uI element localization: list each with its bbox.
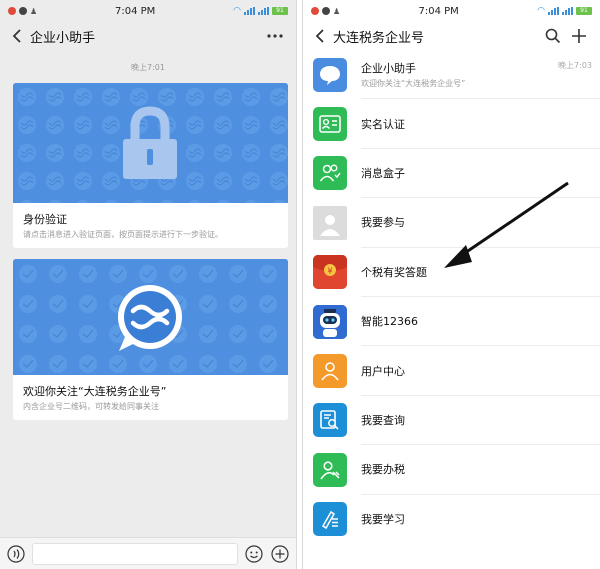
card-description: 内含企业号二维码，可转发给同事关注 <box>23 402 159 411</box>
app-icon <box>19 7 27 15</box>
wifi-icon: ◠ <box>233 6 241 16</box>
person-placeholder-icon <box>313 205 347 240</box>
handle-tax-icon <box>313 452 347 487</box>
signal-icon-2 <box>561 7 573 15</box>
more-options-icon[interactable] <box>262 24 288 48</box>
welcome-banner <box>13 259 288 375</box>
list-item-time: 晚上7:03 <box>558 61 592 70</box>
message-timestamp: 晚上7:01 <box>131 63 165 72</box>
battery-icon: 91 <box>271 7 288 15</box>
app-icon <box>322 7 330 15</box>
notification-icon <box>311 7 319 15</box>
status-icons-right: ◠ 91 <box>233 6 288 16</box>
list-item-query[interactable]: 我要查询 <box>303 396 600 446</box>
message-card-welcome[interactable]: 欢迎你关注“大连税务企业号” 内含企业号二维码，可转发给同事关注 <box>13 259 288 420</box>
card-description: 请点击消息进入验证页面，按页面提示进行下一步验证。 <box>23 230 223 239</box>
list-item-body: 消息盒子 <box>361 149 600 199</box>
list-item-label: 智能12366 <box>361 315 418 329</box>
signal-icon <box>547 7 559 15</box>
card-title: 身份验证 <box>23 213 67 226</box>
card-title: 欢迎你关注“大连税务企业号” <box>23 385 167 398</box>
list-item-tax-quiz[interactable]: ¥ 个税有奖答题 <box>303 248 600 297</box>
list-item-subtitle: 欢迎你关注“大连税务企业号” <box>361 78 466 88</box>
screenshot-root: ♟ 7:04 PM ◠ 91 企业小助手 晚上7:01 身份验证 请点击消息进入… <box>0 0 600 569</box>
list-item-label: 我要查询 <box>361 413 405 427</box>
people-icon <box>313 156 347 191</box>
list-item-handle-tax[interactable]: 我要办税 <box>303 445 600 495</box>
status-bar: ♟ 7:04 PM ◠ 91 <box>303 0 600 22</box>
id-card-icon <box>313 107 347 142</box>
account-icon: ♟ <box>333 6 341 16</box>
chat-title: 企业小助手 <box>30 30 96 46</box>
app-list: 企业小助手 欢迎你关注“大连税务企业号” 晚上7:03 实名认证 消息盒子 我要… <box>303 50 600 544</box>
study-icon <box>313 502 347 537</box>
robot-icon <box>313 304 347 339</box>
add-icon[interactable] <box>566 24 592 48</box>
list-item-label: 我要学习 <box>361 513 405 527</box>
list-item-label: 个税有奖答题 <box>361 265 427 279</box>
back-icon[interactable] <box>311 27 329 45</box>
left-nav-bar: 企业小助手 <box>0 22 296 50</box>
right-nav-bar: 大连税务企业号 <box>303 22 600 50</box>
chat-bubble-icon <box>313 57 347 92</box>
list-item-label: 实名认证 <box>361 117 405 131</box>
list-item-body: 智能12366 <box>361 297 600 347</box>
left-phone-screen: ♟ 7:04 PM ◠ 91 企业小助手 晚上7:01 身份验证 请点击消息进入… <box>0 0 297 569</box>
list-item-real-name[interactable]: 实名认证 <box>303 99 600 149</box>
list-item-participate[interactable]: 我要参与 <box>303 198 600 248</box>
status-icons-right: ◠ 91 <box>537 6 592 16</box>
signal-icon-2 <box>257 7 269 15</box>
back-icon[interactable] <box>8 27 26 45</box>
list-item-body: 实名认证 <box>361 99 600 149</box>
svg-text:¥: ¥ <box>327 267 332 276</box>
status-bar: ♟ 7:04 PM ◠ 91 <box>0 0 296 22</box>
list-item-assistant[interactable]: 企业小助手 欢迎你关注“大连税务企业号” 晚上7:03 <box>303 50 600 100</box>
status-time: 7:04 PM <box>115 5 156 17</box>
wechat-work-banner-graphic <box>13 259 288 375</box>
list-item-label: 我要办税 <box>361 463 405 477</box>
account-icon: ♟ <box>30 6 38 16</box>
list-item-body: 我要学习 <box>361 495 600 544</box>
list-item-body: 我要查询 <box>361 396 600 446</box>
right-phone-screen: ♟ 7:04 PM ◠ 91 大连税务企业号 企业小助手 欢迎你关注“大连税务企… <box>302 0 600 569</box>
voice-icon[interactable] <box>6 544 26 564</box>
list-item-label: 消息盒子 <box>361 166 405 180</box>
message-card-verification[interactable]: 身份验证 请点击消息进入验证页面，按页面提示进行下一步验证。 <box>13 83 288 248</box>
status-icons-left: ♟ <box>311 7 340 16</box>
chat-input-bar <box>0 537 296 569</box>
battery-icon: 91 <box>575 7 592 15</box>
list-item-body: 我要办税 <box>361 445 600 495</box>
list-item-body: 企业小助手 欢迎你关注“大连税务企业号” 晚上7:03 <box>361 50 600 100</box>
list-item-body: 个税有奖答题 <box>361 248 600 297</box>
emoji-icon[interactable] <box>244 544 264 564</box>
list-item-study[interactable]: 我要学习 <box>303 495 600 544</box>
list-item-label: 我要参与 <box>361 216 405 230</box>
wifi-icon: ◠ <box>537 6 545 16</box>
signal-icon <box>243 7 255 15</box>
message-input[interactable] <box>32 542 238 565</box>
lock-banner-graphic <box>13 83 288 203</box>
list-item-message-box[interactable]: 消息盒子 <box>303 149 600 199</box>
verification-banner <box>13 83 288 203</box>
list-item-label: 用户中心 <box>361 364 405 378</box>
notification-icon <box>8 7 16 15</box>
status-icons-left: ♟ <box>8 7 37 16</box>
chat-messages: 晚上7:01 身份验证 请点击消息进入验证页面，按页面提示进行下一步验证。 欢迎… <box>0 50 296 537</box>
search-document-icon <box>313 403 347 438</box>
red-envelope-icon: ¥ <box>313 255 347 290</box>
user-center-icon <box>313 354 347 389</box>
list-item-user-center[interactable]: 用户中心 <box>303 346 600 396</box>
add-icon[interactable] <box>270 544 290 564</box>
enterprise-title: 大连税务企业号 <box>333 30 425 46</box>
list-item-body: 我要参与 <box>361 198 600 248</box>
list-item-body: 用户中心 <box>361 346 600 396</box>
status-time: 7:04 PM <box>418 5 459 17</box>
list-item-smart-12366[interactable]: 智能12366 <box>303 297 600 347</box>
search-icon[interactable] <box>540 24 566 48</box>
